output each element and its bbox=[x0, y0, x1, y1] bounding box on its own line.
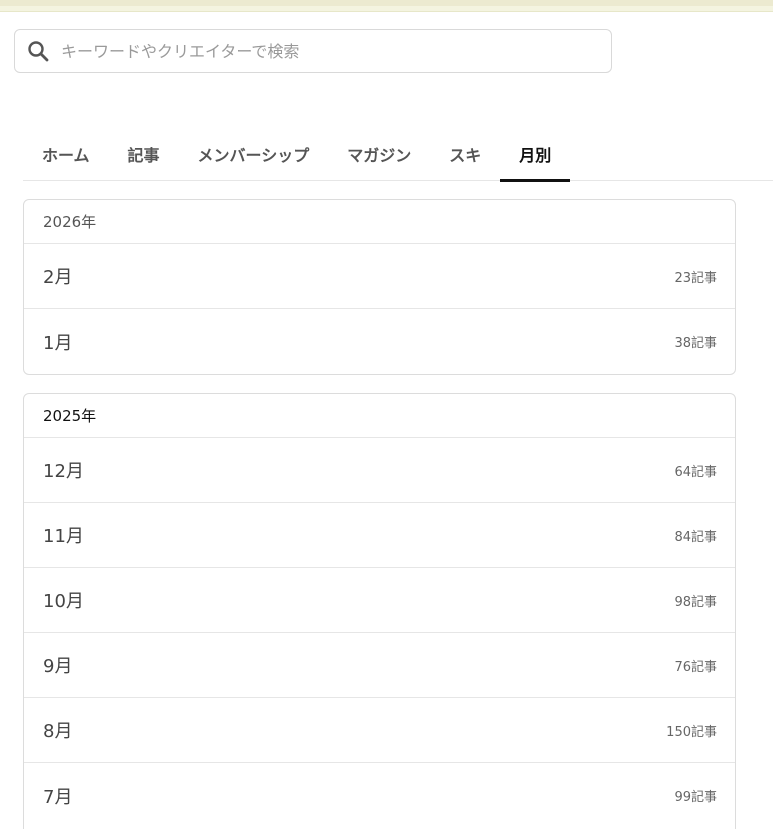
month-label: 9月 bbox=[43, 656, 73, 677]
year-card-2026: 2026年 2月 23記事 1月 38記事 bbox=[23, 199, 736, 375]
month-label: 12月 bbox=[43, 461, 84, 482]
article-count: 23記事 bbox=[674, 270, 717, 286]
year-header: 2025年 bbox=[24, 394, 735, 438]
article-count: 76記事 bbox=[674, 659, 717, 675]
tab-articles[interactable]: 記事 bbox=[109, 126, 179, 181]
article-count: 84記事 bbox=[674, 529, 717, 545]
month-row[interactable]: 7月 99記事 bbox=[24, 763, 735, 828]
month-row[interactable]: 12月 64記事 bbox=[24, 438, 735, 503]
top-banner bbox=[0, 0, 773, 12]
tab-likes[interactable]: スキ bbox=[430, 126, 500, 181]
tab-home[interactable]: ホーム bbox=[23, 126, 109, 181]
article-count: 150記事 bbox=[666, 724, 717, 740]
year-header: 2026年 bbox=[24, 200, 735, 244]
month-row[interactable]: 1月 38記事 bbox=[24, 309, 735, 374]
tab-membership[interactable]: メンバーシップ bbox=[179, 126, 329, 181]
month-row[interactable]: 8月 150記事 bbox=[24, 698, 735, 763]
article-count: 38記事 bbox=[674, 336, 717, 351]
year-card-2025: 2025年 12月 64記事 11月 84記事 10月 98記事 9月 76記事… bbox=[23, 393, 736, 829]
month-label: 7月 bbox=[43, 786, 73, 808]
tab-monthly[interactable]: 月別 bbox=[500, 126, 571, 182]
search-box[interactable] bbox=[14, 29, 612, 73]
month-row[interactable]: 11月 84記事 bbox=[24, 503, 735, 568]
month-label: 10月 bbox=[43, 591, 84, 612]
month-label: 11月 bbox=[43, 526, 84, 547]
month-label: 1月 bbox=[43, 332, 73, 354]
month-label: 2月 bbox=[43, 267, 73, 288]
search-input[interactable] bbox=[61, 31, 611, 71]
article-count: 98記事 bbox=[674, 594, 717, 610]
month-row[interactable]: 2月 23記事 bbox=[24, 244, 735, 309]
search-icon[interactable] bbox=[15, 29, 61, 73]
article-count: 64記事 bbox=[674, 464, 717, 480]
tab-bar: ホーム 記事 メンバーシップ マガジン スキ 月別 bbox=[23, 126, 773, 182]
article-count: 99記事 bbox=[674, 790, 717, 805]
month-row[interactable]: 9月 76記事 bbox=[24, 633, 735, 698]
tab-magazine[interactable]: マガジン bbox=[328, 126, 430, 181]
month-label: 8月 bbox=[43, 721, 73, 742]
month-row[interactable]: 10月 98記事 bbox=[24, 568, 735, 633]
